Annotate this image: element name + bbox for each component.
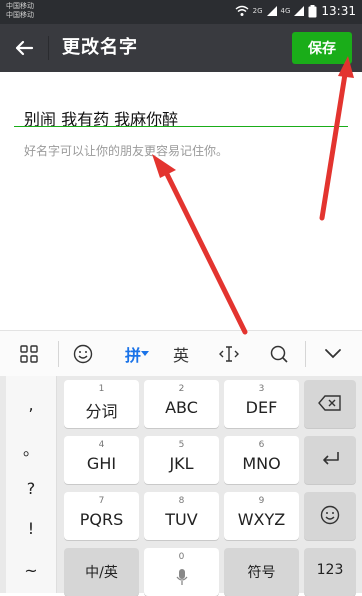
arrow-annotation — [152, 154, 248, 335]
arrow-annotation — [319, 56, 354, 221]
annotation-arrows — [152, 56, 354, 335]
